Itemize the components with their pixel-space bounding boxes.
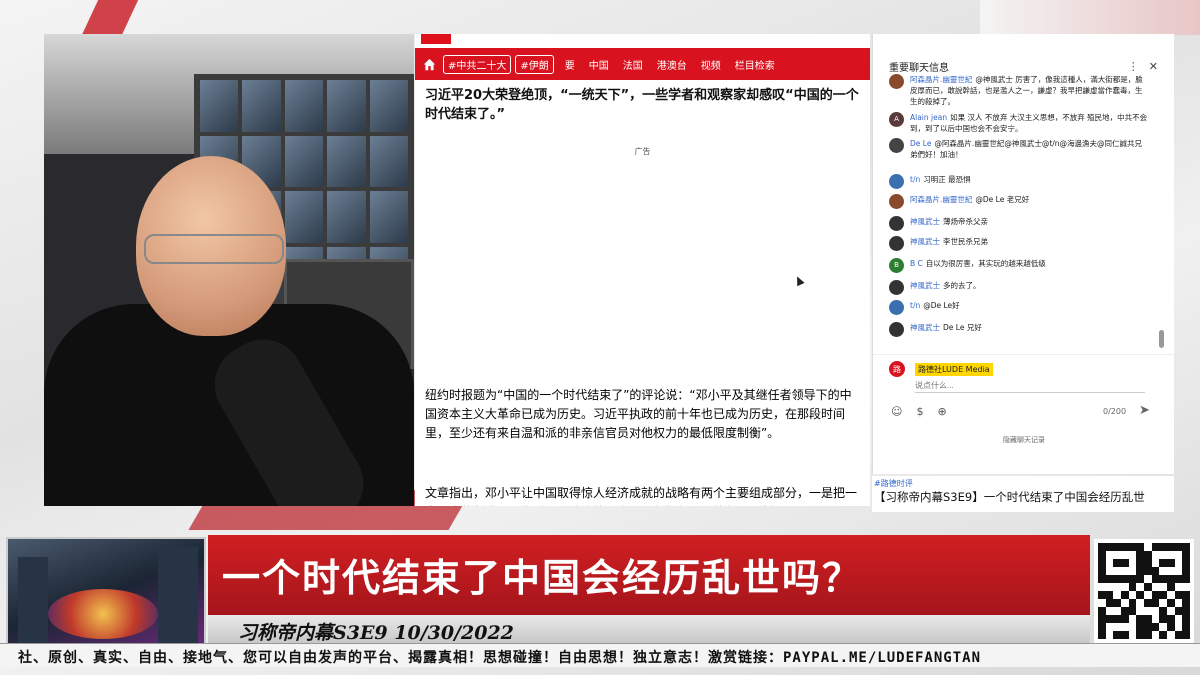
chat-message: 神風武士 薄炀帝杀父亲 bbox=[889, 216, 1149, 231]
article-paragraph: 文章指出，邓小平让中国取得惊人经济成就的战略有两个主要组成部分，一是把一定程度的… bbox=[425, 486, 858, 506]
chat-message: 神風武士 De Le 兄好 bbox=[889, 322, 1149, 337]
avatar[interactable] bbox=[889, 138, 904, 153]
chat-message: 神風武士 李世民杀兄弟 bbox=[889, 236, 1149, 251]
compose-channel-name: 路德社LUDE Media bbox=[915, 363, 993, 376]
article-headline: 习近平20大荣登绝顶，“一统天下”，一些学者和观察家却感叹“中国的一个时代结束了… bbox=[425, 88, 859, 122]
chat-message: B B C 自以为很厉害，其实玩的越来越低级 bbox=[889, 258, 1149, 273]
avatar: 路 bbox=[889, 361, 905, 377]
avatar[interactable] bbox=[889, 236, 904, 251]
hide-chat-button[interactable]: 隐藏聊天记录 bbox=[873, 435, 1175, 445]
chat-author[interactable]: Alain jean bbox=[910, 113, 947, 122]
chat-input[interactable] bbox=[915, 379, 1145, 393]
chat-message: t/n @De Le好 bbox=[889, 300, 1149, 315]
avatar[interactable] bbox=[889, 74, 904, 89]
nav-item-china[interactable]: 中国 bbox=[582, 57, 616, 72]
qr-code bbox=[1094, 539, 1194, 643]
chat-message-text: 自以为很厉害，其实玩的越来越低级 bbox=[925, 259, 1046, 268]
chat-message: 阿森晶片.幽靈世紀 @De Le 老兄好 bbox=[889, 194, 1149, 209]
avatar[interactable] bbox=[889, 174, 904, 189]
send-icon[interactable]: ➤ bbox=[1139, 403, 1150, 418]
chat-message-text: 习明正 最恐惧 bbox=[923, 175, 971, 184]
avatar[interactable] bbox=[889, 322, 904, 337]
chat-author[interactable]: 神風武士 bbox=[910, 281, 940, 290]
host-video bbox=[44, 34, 414, 506]
hashtag-link[interactable]: #路德时评 bbox=[872, 476, 1174, 489]
chat-message-text: @阿森晶片.幽靈世紀@神風武士@t/n@海邊漁夫@同仁誠共兄弟們好！加油！ bbox=[910, 139, 1143, 159]
ticker-text: 社、原创、真实、自由、接地气、您可以自由发声的平台、揭露真相！思想碰撞！自由思想… bbox=[18, 650, 981, 666]
lower-third: 一个时代结束了中国会经历乱世吗？ 习称帝内幕S3E9 10/30/2022 社、… bbox=[0, 535, 1200, 675]
nav-item-video[interactable]: 视频 bbox=[694, 57, 728, 72]
chat-messages[interactable]: 阿森晶片.幽靈世紀 @神風武士 厉害了，像我這種人，滿大街都是，臉皮厚而已，敢說幹… bbox=[873, 74, 1163, 354]
chat-message: De Le @阿森晶片.幽靈世紀@神風武士@t/n@海邊漁夫@同仁誠共兄弟們好！加… bbox=[889, 138, 1149, 160]
article: 习近平20大荣登绝顶，“一统天下”，一些学者和观察家却感叹“中国的一个时代结束了… bbox=[415, 80, 870, 157]
chat-compose: 路 路德社LUDE Media ☺ $ ⊕ 0/200 ➤ 隐藏聊天记录 bbox=[873, 354, 1175, 474]
chat-author[interactable]: t/n bbox=[910, 175, 920, 184]
mouse-cursor-icon bbox=[793, 274, 805, 287]
avatar[interactable] bbox=[889, 300, 904, 315]
chat-message-text: @De Le好 bbox=[923, 301, 960, 310]
chat-author[interactable]: 神風武士 bbox=[910, 323, 940, 332]
nav-tag-iran[interactable]: #伊朗 bbox=[515, 54, 554, 74]
nav-item-important[interactable]: 要 bbox=[558, 57, 582, 72]
video-title: 【习称帝内幕S3E9】一个时代结束了中国会经历乱世 bbox=[874, 490, 1145, 504]
nav-item-hk-macau-taiwan[interactable]: 港澳台 bbox=[650, 57, 694, 72]
video-info: #路德时评 【习称帝内幕S3E9】一个时代结束了中国会经历乱世 bbox=[872, 476, 1174, 512]
site-header bbox=[415, 34, 870, 48]
chat-title[interactable]: 重要聊天信息 bbox=[889, 59, 949, 74]
site-navbar: #中共二十大 #伊朗 要 中国 法国 港澳台 视频 栏目检索 bbox=[415, 48, 870, 80]
chat-message: 神風武士 多的去了。 bbox=[889, 280, 1149, 295]
episode-label: 习称帝内幕S3E9 10/30/2022 bbox=[238, 622, 514, 644]
host-glasses bbox=[144, 234, 284, 264]
background-shape bbox=[980, 0, 1200, 35]
chat-author[interactable]: B C bbox=[910, 259, 923, 268]
news-ticker: 社、原创、真实、自由、接地气、您可以自由发声的平台、揭露真相！思想碰撞！自由思想… bbox=[0, 643, 1200, 667]
more-options-icon[interactable]: ⋮ bbox=[1128, 60, 1139, 73]
avatar[interactable] bbox=[889, 194, 904, 209]
chat-message-text: @De Le 老兄好 bbox=[975, 195, 1030, 204]
super-chat-icon[interactable]: $ bbox=[916, 405, 923, 418]
emoji-icon[interactable]: ☺ bbox=[891, 405, 902, 418]
chat-message-text: 多的去了。 bbox=[943, 281, 981, 290]
chat-message: t/n 习明正 最恐惧 bbox=[889, 174, 1149, 189]
nav-item-france[interactable]: 法国 bbox=[616, 57, 650, 72]
show-title: 一个时代结束了中国会经历乱世吗？ bbox=[222, 556, 863, 600]
chat-message: 阿森晶片.幽靈世紀 @神風武士 厉害了，像我這種人，滿大街都是，臉皮厚而已，敢說幹… bbox=[889, 74, 1149, 107]
chat-message-text: 薄炀帝杀父亲 bbox=[943, 217, 988, 226]
nav-tag-party-congress[interactable]: #中共二十大 bbox=[443, 54, 512, 74]
char-count: 0/200 bbox=[1103, 407, 1127, 416]
site-logo[interactable] bbox=[421, 34, 451, 44]
chat-author[interactable]: 阿森晶片.幽靈世紀 bbox=[910, 195, 972, 204]
nav-item-section-search[interactable]: 栏目检索 bbox=[728, 57, 782, 72]
article-paragraph: 纽约时报题为“中国的一个时代结束了”的评论说：“邓小平及其继任者领导下的中国资本… bbox=[425, 388, 852, 440]
chat-message-text: 李世民杀兄弟 bbox=[943, 237, 988, 246]
ad-label: 广告 bbox=[634, 147, 651, 156]
live-chat: 重要聊天信息 ⋮ ✕ 阿森晶片.幽靈世紀 @神風武士 厉害了，像我這種人，滿大街都… bbox=[872, 34, 1175, 474]
home-icon[interactable] bbox=[419, 54, 439, 74]
chat-author[interactable]: t/n bbox=[910, 301, 920, 310]
avatar[interactable] bbox=[889, 280, 904, 295]
avatar[interactable]: A bbox=[889, 112, 904, 127]
thumbnail-image bbox=[6, 537, 206, 649]
chat-message-text: De Le 兄好 bbox=[943, 323, 982, 332]
episode-banner: 习称帝内幕S3E9 10/30/2022 bbox=[208, 615, 1090, 644]
avatar[interactable]: B bbox=[889, 258, 904, 273]
title-banner: 一个时代结束了中国会经历乱世吗？ bbox=[208, 535, 1090, 615]
chat-scrollbar[interactable] bbox=[1159, 330, 1164, 348]
chat-author[interactable]: 神風武士 bbox=[910, 237, 940, 246]
chat-message: A Alain jean 如果 汉人 不放弃 大汉主义思想，不放弃 殖民地，中共不会… bbox=[889, 112, 1149, 134]
chat-author[interactable]: De Le bbox=[910, 139, 931, 148]
close-icon[interactable]: ✕ bbox=[1149, 60, 1158, 73]
news-browser: #中共二十大 #伊朗 要 中国 法国 港澳台 视频 栏目检索 习近平20大荣登绝… bbox=[415, 34, 870, 506]
add-icon[interactable]: ⊕ bbox=[937, 405, 946, 418]
chat-author[interactable]: 阿森晶片.幽靈世紀 bbox=[910, 75, 972, 84]
avatar[interactable] bbox=[889, 216, 904, 231]
chat-author[interactable]: 神風武士 bbox=[910, 217, 940, 226]
